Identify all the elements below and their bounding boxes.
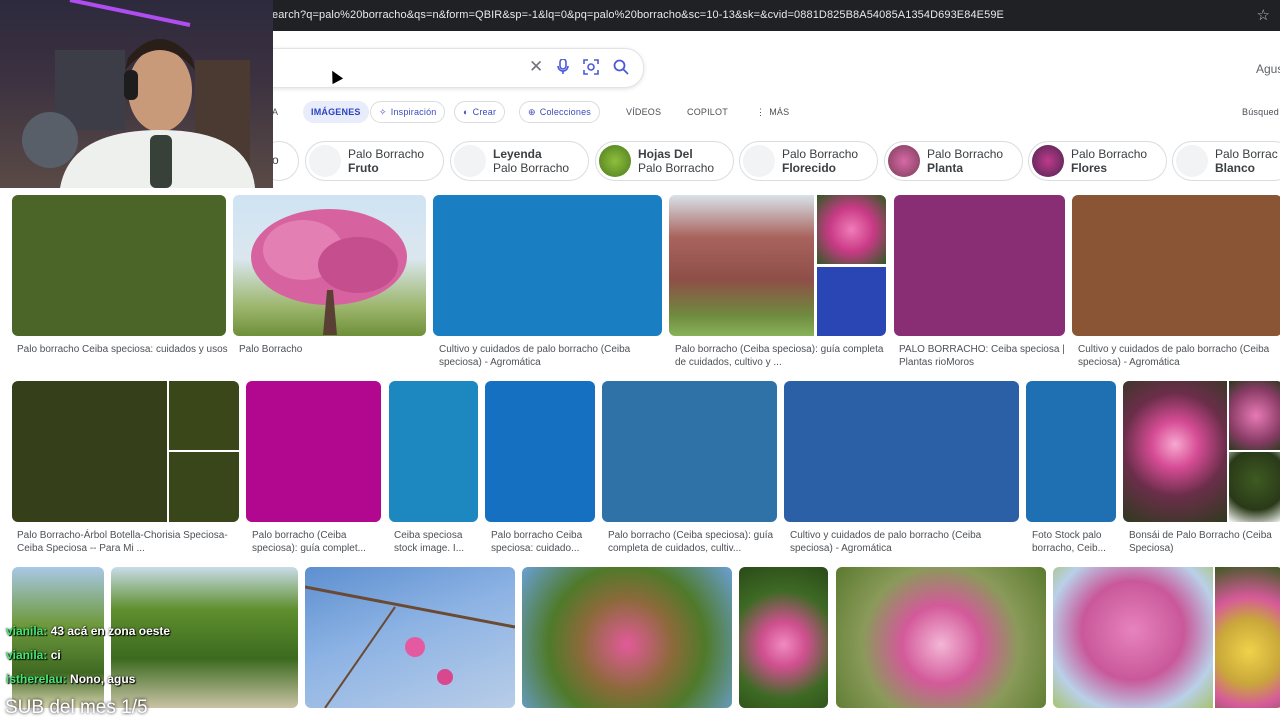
chip-hojas[interactable]: Hojas Del Palo Borracho — [595, 141, 734, 181]
tab-images[interactable]: IMÁGENES — [303, 101, 369, 123]
star-icon[interactable]: ☆ — [1257, 6, 1270, 24]
chip-line1: Leyenda — [493, 147, 542, 161]
camera-icon[interactable] — [583, 59, 599, 79]
chat-text: Nono, agus — [70, 672, 136, 686]
tab-busquedas[interactable]: Búsqued — [1234, 101, 1280, 123]
result-caption[interactable]: Palo borracho Ceiba speciosa: cuidado... — [491, 529, 591, 557]
microphone-icon[interactable] — [557, 58, 569, 79]
result-caption[interactable]: Bonsái de Palo Borracho (Ceiba Speciosa) — [1129, 529, 1279, 557]
chip-thumbnail — [599, 145, 631, 177]
chip-line2: Palo Borracho — [638, 161, 715, 175]
chip-thumbnail — [888, 145, 920, 177]
chip-flores[interactable]: Palo Borracho Flores — [1028, 141, 1167, 181]
chip-line2: Flores — [1071, 161, 1108, 175]
chip-line2: Fruto — [348, 161, 379, 175]
result-caption[interactable]: Palo borracho Ceiba speciosa: cuidados y… — [17, 343, 229, 371]
sparkle-icon: ✧ — [379, 107, 387, 117]
chip-line1: Hojas Del — [638, 147, 693, 161]
chip-blanco[interactable]: Palo Borrac Blanco — [1172, 141, 1280, 181]
result-caption[interactable]: Cultivo y cuidados de palo borracho (Cei… — [439, 343, 661, 371]
tab-copilot[interactable]: COPILOT — [679, 101, 736, 123]
url-text[interactable]: earch?q=palo%20borracho&qs=n&form=QBIR&s… — [272, 9, 1004, 21]
result-caption[interactable]: Palo Borracho — [239, 343, 424, 357]
result-image[interactable] — [739, 567, 828, 708]
result-caption[interactable]: PALO BORRACHO: Ceiba speciosa | Plantas … — [899, 343, 1069, 371]
result-caption[interactable]: Foto Stock palo borracho, Ceib... — [1032, 529, 1116, 557]
chat-username: isthereIau: — [6, 672, 67, 686]
chip-label: o — [272, 153, 279, 167]
search-icon[interactable] — [613, 59, 629, 79]
result-image[interactable] — [305, 567, 515, 708]
search-input[interactable]: ✕ — [240, 48, 644, 88]
tab-crear[interactable]: ◐ Crear — [454, 101, 506, 123]
result-image[interactable] — [784, 381, 1019, 522]
result-image[interactable] — [1026, 381, 1116, 522]
chat-text: 43 acá en zona oeste — [50, 624, 171, 638]
result-caption[interactable]: Palo borracho (Ceiba speciosa): guía com… — [608, 529, 778, 557]
chat-message: isthereIau: Nono, agus — [6, 672, 135, 686]
result-image[interactable] — [433, 195, 662, 336]
result-caption[interactable]: Cultivo y cuidados de palo borracho (Cei… — [1078, 343, 1278, 371]
result-caption[interactable]: Ceiba speciosa stock image. I... — [394, 529, 478, 557]
chip-line2: Palo Borracho — [493, 161, 570, 175]
more-dots-icon: ⋮ — [756, 107, 766, 117]
result-image[interactable] — [1053, 567, 1280, 708]
chat-message: vianila: 43 acá en zona oeste — [6, 624, 170, 638]
result-image[interactable] — [836, 567, 1046, 708]
result-image[interactable] — [246, 381, 381, 522]
chip-line2: Blanco — [1215, 161, 1256, 175]
result-image[interactable] — [1123, 381, 1280, 522]
result-image[interactable] — [12, 381, 239, 522]
chip-thumbnail — [1176, 145, 1208, 177]
chat-username: vianila: — [6, 648, 48, 662]
result-image[interactable] — [522, 567, 732, 708]
chip-line2: Planta — [927, 161, 964, 175]
chip-thumbnail — [454, 145, 486, 177]
result-caption[interactable]: Palo Borracho-Árbol Botella-Chorisia Spe… — [17, 529, 239, 557]
tab-crear-label: Crear — [472, 107, 497, 117]
close-icon[interactable]: ✕ — [529, 57, 543, 77]
chip-thumbnail — [743, 145, 775, 177]
result-image[interactable] — [12, 195, 226, 336]
sub-goal-overlay: SUB del mes 1/5 — [5, 697, 148, 718]
result-caption[interactable]: Palo borracho (Ceiba speciosa): guía com… — [675, 343, 887, 371]
create-icon: ◐ — [463, 107, 469, 117]
chip-line1: Palo Borracho — [348, 147, 425, 161]
result-image[interactable] — [389, 381, 478, 522]
chip-florecido[interactable]: Palo Borracho Florecido — [739, 141, 878, 181]
webcam-overlay — [0, 0, 273, 188]
result-image[interactable] — [485, 381, 595, 522]
chat-message: vianila: ci — [6, 648, 61, 662]
chip-line1: Palo Borracho — [927, 147, 1004, 161]
result-caption[interactable]: Palo borracho (Ceiba speciosa): guía com… — [252, 529, 377, 557]
tab-inspiracion-label: Inspiración — [390, 107, 437, 117]
tab-mas[interactable]: ⋮ MÁS — [748, 101, 797, 123]
tab-inspiracion[interactable]: ✧ Inspiración — [370, 101, 446, 123]
tab-colecciones[interactable]: ⊕ Colecciones — [519, 101, 600, 123]
tab-videos[interactable]: VÍDEOS — [618, 101, 669, 123]
chip-line2: Florecido — [782, 161, 837, 175]
result-caption[interactable]: Cultivo y cuidados de palo borracho (Cei… — [790, 529, 1015, 557]
chat-username: vianila: — [6, 624, 48, 638]
chip-thumbnail — [1032, 145, 1064, 177]
chip-line1: Palo Borracho — [782, 147, 859, 161]
tab-mas-label: MÁS — [769, 107, 790, 117]
result-image[interactable] — [1072, 195, 1280, 336]
result-image[interactable] — [602, 381, 777, 522]
chat-text: ci — [50, 648, 61, 662]
result-image[interactable] — [894, 195, 1065, 336]
chip-leyenda[interactable]: Leyenda Palo Borracho — [450, 141, 589, 181]
chip-thumbnail — [309, 145, 341, 177]
tab-colecciones-label: Colecciones — [539, 107, 591, 117]
chip-fruto[interactable]: Palo Borracho Fruto — [305, 141, 444, 181]
result-image[interactable] — [233, 195, 426, 336]
result-image[interactable] — [669, 195, 886, 336]
collections-icon: ⊕ — [528, 107, 536, 117]
chip-planta[interactable]: Palo Borracho Planta — [884, 141, 1023, 181]
chip-line1: Palo Borracho — [1071, 147, 1148, 161]
user-name[interactable]: Agus — [1256, 62, 1280, 76]
chip-line1: Palo Borrac — [1215, 147, 1278, 161]
